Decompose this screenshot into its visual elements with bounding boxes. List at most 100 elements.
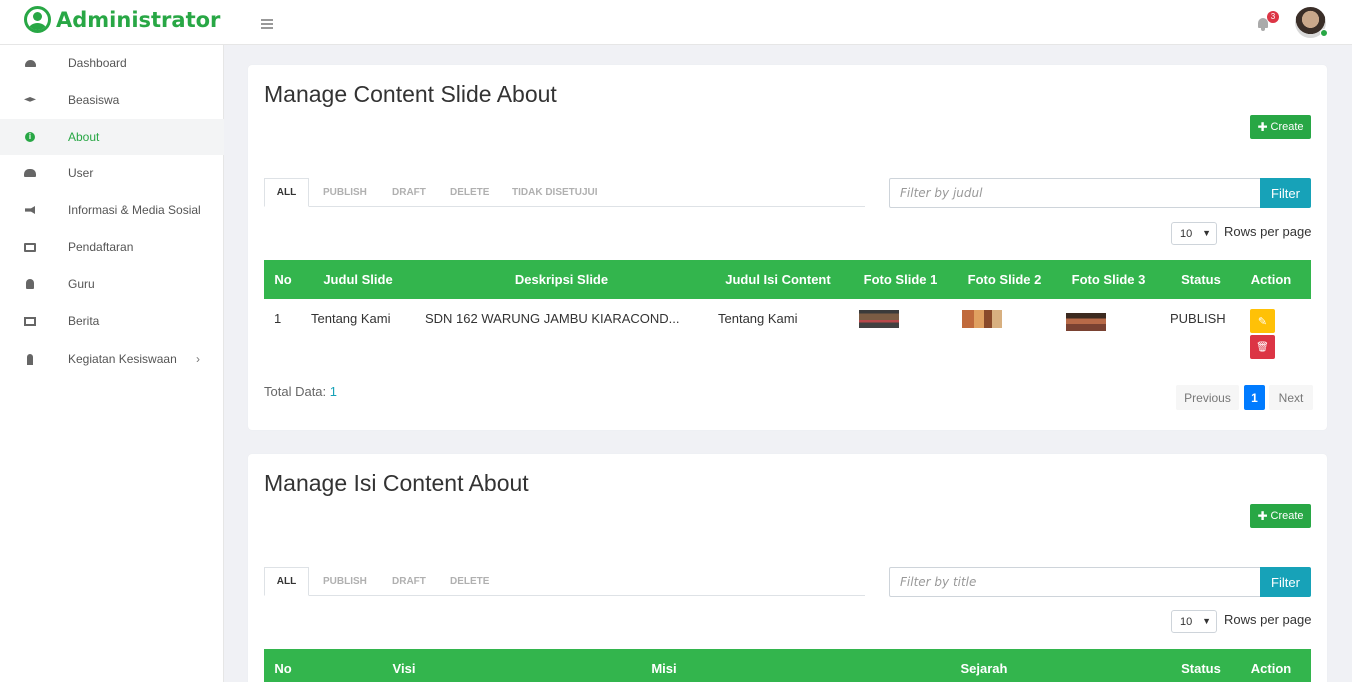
sidebar-item-guru[interactable]: Guru xyxy=(0,266,224,302)
create-button[interactable]: ✚ Create xyxy=(1250,504,1311,528)
rows-per-page-value: 10 xyxy=(1180,615,1193,628)
column-header[interactable]: Action xyxy=(1240,649,1302,682)
sidebar-item-informasi[interactable]: Informasi & Media Sosial xyxy=(0,192,224,228)
foto-slide-2-thumbnail[interactable] xyxy=(962,310,1002,328)
sidebar-item-kegiatan-kesiswaan[interactable]: Kegiatan Kesiswaan › xyxy=(0,341,224,377)
sidebar-item-label: Pendaftaran xyxy=(68,240,134,254)
sidebar-item-berita[interactable]: Berita xyxy=(0,303,224,339)
filter-input[interactable]: Filter by judul xyxy=(889,178,1261,208)
column-header[interactable]: Action xyxy=(1240,260,1302,299)
sidebar-item-label: User xyxy=(68,166,94,180)
sidebar-item-label: Dashboard xyxy=(68,56,127,70)
column-header[interactable]: Judul Slide xyxy=(308,260,408,299)
sidebar-item-label: Informasi & Media Sosial xyxy=(68,203,201,217)
sidebar-item-user[interactable]: User xyxy=(0,155,224,191)
chevron-down-icon: ▼ xyxy=(1202,616,1211,626)
pagination-next[interactable]: Next xyxy=(1269,385,1313,410)
user-circle-icon xyxy=(24,6,51,33)
create-button-label: Create xyxy=(1270,121,1304,133)
tab-delete[interactable]: DELETE xyxy=(450,567,489,596)
edit-button[interactable]: ✎ xyxy=(1250,309,1275,333)
online-status-dot xyxy=(1320,29,1328,37)
column-header[interactable]: Sejarah xyxy=(944,649,1024,682)
chevron-right-icon: › xyxy=(196,352,200,366)
menu-toggle-icon[interactable] xyxy=(261,19,273,29)
sidebar-item-beasiswa[interactable]: Beasiswa xyxy=(0,82,224,118)
isi-content-card: Manage Isi Content About ✚ Create ALL PU… xyxy=(248,454,1327,682)
plus-icon: ✚ xyxy=(1257,120,1268,134)
brand-title: Administrator xyxy=(56,7,221,32)
cell-judul-isi-content: Tentang Kami xyxy=(718,311,798,326)
section-title: Manage Isi Content About xyxy=(264,470,529,496)
bullhorn-icon xyxy=(24,204,36,216)
graduation-cap-icon xyxy=(24,94,36,106)
table-header: No Visi Misi Sejarah Status Action xyxy=(264,649,1311,682)
tab-tidak-disetujui[interactable]: TIDAK DISETUJUI xyxy=(512,178,598,207)
create-button-label: Create xyxy=(1270,510,1304,522)
pencil-icon: ✎ xyxy=(1257,315,1268,328)
top-bar: Administrator 3 xyxy=(0,0,1352,45)
table-header: No Judul Slide Deskripsi Slide Judul Isi… xyxy=(264,260,1311,299)
sidebar-item-label: Berita xyxy=(68,314,100,328)
total-data: Total Data: 1 xyxy=(264,384,337,399)
cell-status: PUBLISH xyxy=(1170,311,1226,326)
pagination-previous[interactable]: Previous xyxy=(1176,385,1239,410)
brand[interactable]: Administrator xyxy=(24,6,220,33)
create-button[interactable]: ✚ Create xyxy=(1250,115,1311,139)
tab-publish[interactable]: PUBLISH xyxy=(323,567,367,596)
tachometer-icon xyxy=(24,57,36,69)
sidebar: Dashboard Beasiswa i About User Informas… xyxy=(0,45,224,682)
column-header[interactable]: Foto Slide 1 xyxy=(848,260,953,299)
tab-draft[interactable]: DRAFT xyxy=(392,567,426,596)
newspaper-icon xyxy=(24,315,36,327)
column-header[interactable]: Judul Isi Content xyxy=(714,260,842,299)
filter-input[interactable]: Filter by title xyxy=(889,567,1261,597)
plus-icon: ✚ xyxy=(1257,509,1268,523)
column-header[interactable]: No xyxy=(264,649,302,682)
tab-all[interactable]: ALL xyxy=(264,178,309,207)
sidebar-item-about[interactable]: i About xyxy=(0,119,224,155)
total-data-value: 1 xyxy=(329,384,338,399)
page-title: Manage Content Slide About xyxy=(264,81,557,107)
tab-delete[interactable]: DELETE xyxy=(450,178,489,207)
cell-deskripsi-slide: SDN 162 WARUNG JAMBU KIARACOND... xyxy=(425,311,680,326)
chevron-down-icon: ▼ xyxy=(1202,228,1211,238)
filter-button[interactable]: Filter xyxy=(1260,178,1311,208)
filter-button[interactable]: Filter xyxy=(1260,567,1311,597)
sidebar-item-label: Beasiswa xyxy=(68,93,120,107)
status-tabs: ALL PUBLISH DRAFT DELETE TIDAK DISETUJUI xyxy=(264,178,865,207)
column-header[interactable]: Deskripsi Slide xyxy=(414,260,709,299)
foto-slide-3-thumbnail[interactable] xyxy=(1066,313,1106,331)
child-icon xyxy=(24,353,36,365)
cell-no: 1 xyxy=(274,311,282,326)
rows-per-page-select[interactable]: 10 ▼ xyxy=(1171,222,1217,245)
status-tabs: ALL PUBLISH DRAFT DELETE xyxy=(264,567,865,596)
tab-draft[interactable]: DRAFT xyxy=(392,178,426,207)
column-header[interactable]: Status xyxy=(1164,649,1238,682)
column-header[interactable]: Visi xyxy=(374,649,434,682)
rows-per-page-label: Rows per page xyxy=(1224,612,1312,627)
column-header[interactable]: Status xyxy=(1164,260,1238,299)
users-icon xyxy=(24,167,36,179)
sidebar-item-label: Guru xyxy=(68,277,95,291)
trash-icon: 🗑 xyxy=(1256,341,1269,353)
slide-content-card: Manage Content Slide About ✚ Create ALL … xyxy=(248,65,1327,430)
column-header[interactable]: Foto Slide 2 xyxy=(952,260,1057,299)
sidebar-item-dashboard[interactable]: Dashboard xyxy=(0,45,224,81)
tab-publish[interactable]: PUBLISH xyxy=(323,178,367,207)
rows-per-page-select[interactable]: 10 ▼ xyxy=(1171,610,1217,633)
sidebar-item-pendaftaran[interactable]: Pendaftaran xyxy=(0,229,224,265)
column-header[interactable]: Misi xyxy=(634,649,694,682)
tab-all[interactable]: ALL xyxy=(264,567,309,596)
column-header[interactable]: Foto Slide 3 xyxy=(1056,260,1161,299)
sidebar-item-label: Kegiatan Kesiswaan xyxy=(68,352,177,366)
column-header[interactable]: No xyxy=(264,260,302,299)
foto-slide-1-thumbnail[interactable] xyxy=(859,310,899,328)
total-data-label: Total Data: xyxy=(264,384,327,399)
cell-judul-slide: Tentang Kami xyxy=(311,311,391,326)
pagination-page[interactable]: 1 xyxy=(1244,385,1265,410)
notification-badge: 3 xyxy=(1267,11,1279,23)
sidebar-item-label: About xyxy=(68,130,100,144)
delete-button[interactable]: 🗑 xyxy=(1250,335,1275,359)
rows-per-page-value: 10 xyxy=(1180,227,1193,240)
